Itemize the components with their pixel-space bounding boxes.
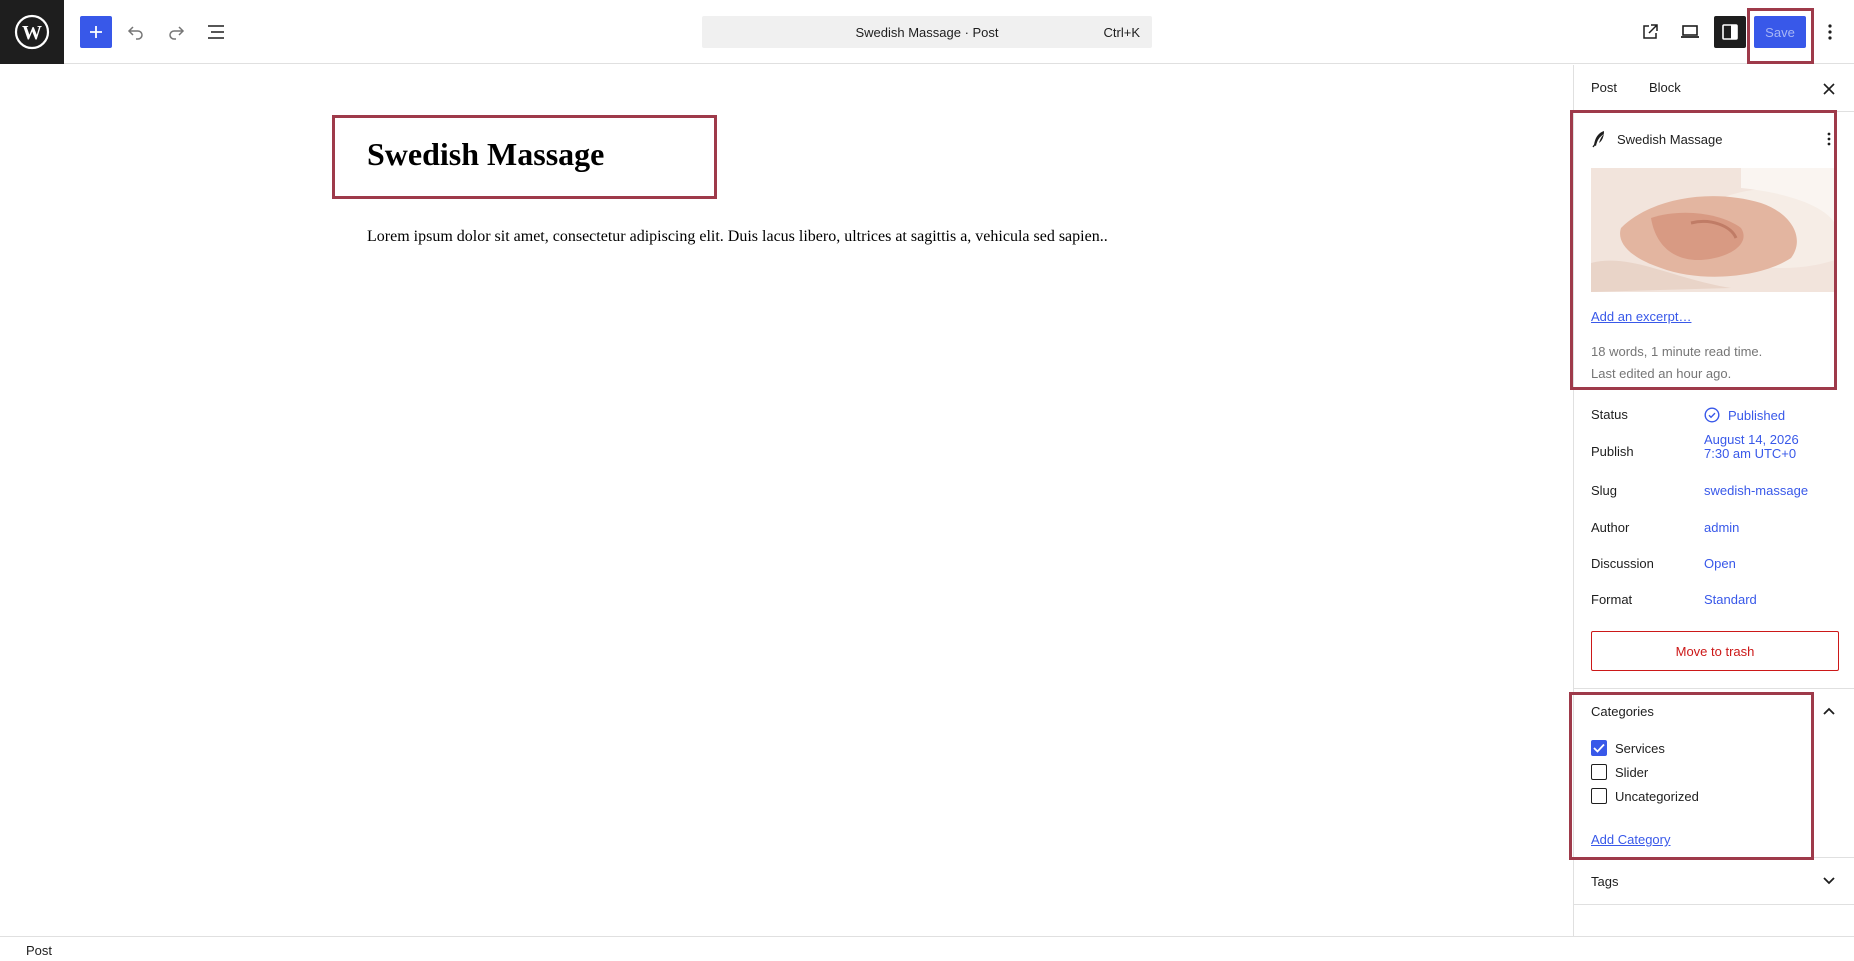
category-item-uncategorized[interactable]: Uncategorized bbox=[1591, 788, 1699, 804]
options-menu-button[interactable] bbox=[1814, 16, 1846, 48]
discussion-value-button[interactable]: Open bbox=[1704, 556, 1736, 571]
chevron-up-icon bbox=[1823, 707, 1835, 715]
last-edited-text: Last edited an hour ago. bbox=[1591, 366, 1732, 381]
editor-canvas: Swedish Massage Lorem ipsum dolor sit am… bbox=[0, 65, 1573, 936]
panel-divider bbox=[1574, 904, 1854, 905]
tags-expand-button[interactable] bbox=[1819, 871, 1839, 891]
sidebar-tabs: Post Block bbox=[1574, 65, 1854, 112]
desktop-icon bbox=[1681, 25, 1699, 38]
published-check-icon bbox=[1704, 407, 1720, 423]
categories-panel-title[interactable]: Categories bbox=[1591, 704, 1654, 719]
publish-date-button[interactable]: August 14, 2026 bbox=[1704, 432, 1799, 447]
editor-footer: Post bbox=[0, 936, 1854, 961]
word-count-text: 18 words, 1 minute read time. bbox=[1591, 344, 1763, 359]
categories-collapse-button[interactable] bbox=[1819, 701, 1839, 721]
close-icon bbox=[1823, 83, 1835, 95]
category-item-services[interactable]: Services bbox=[1591, 740, 1665, 756]
format-label: Format bbox=[1591, 592, 1633, 607]
undo-button[interactable] bbox=[120, 16, 152, 48]
add-excerpt-link[interactable]: Add an excerpt… bbox=[1591, 309, 1691, 324]
editor-header: W Swedish Massage · Post Ctrl+K Save bbox=[0, 0, 1854, 64]
post-summary-title: Swedish Massage bbox=[1617, 131, 1723, 147]
move-to-trash-button[interactable]: Move to trash bbox=[1591, 631, 1839, 671]
category-checkbox[interactable] bbox=[1591, 788, 1607, 804]
author-value-button[interactable]: admin bbox=[1704, 520, 1739, 535]
paragraph-block[interactable]: Lorem ipsum dolor sit amet, consectetur … bbox=[367, 228, 1108, 246]
publish-label: Publish bbox=[1591, 444, 1634, 459]
category-item-slider[interactable]: Slider bbox=[1591, 764, 1648, 780]
vertical-ellipsis-icon bbox=[1827, 132, 1831, 146]
publish-time-button[interactable]: 7:30 am UTC+0 bbox=[1704, 446, 1796, 461]
list-view-icon bbox=[208, 25, 224, 39]
wordpress-logo-button[interactable]: W bbox=[0, 0, 64, 64]
external-link-icon bbox=[1643, 24, 1658, 39]
author-label: Author bbox=[1591, 520, 1630, 535]
post-summary-header: Swedish Massage bbox=[1591, 127, 1723, 151]
save-button[interactable]: Save bbox=[1754, 16, 1806, 48]
vertical-ellipsis-icon bbox=[1828, 24, 1832, 40]
checkmark-icon bbox=[1593, 743, 1605, 753]
post-title-field[interactable]: Swedish Massage bbox=[367, 136, 604, 173]
post-actions-menu-button[interactable] bbox=[1821, 129, 1837, 149]
preview-button[interactable] bbox=[1674, 16, 1706, 48]
panel-divider bbox=[1574, 688, 1854, 689]
sidebar-panel-icon bbox=[1722, 24, 1738, 40]
add-category-link[interactable]: Add Category bbox=[1591, 832, 1671, 847]
chevron-down-icon bbox=[1823, 877, 1835, 885]
massage-hands-image bbox=[1591, 168, 1837, 292]
breadcrumb[interactable]: Post bbox=[26, 943, 52, 958]
document-overview-button[interactable] bbox=[200, 16, 232, 48]
document-title: Swedish Massage · Post bbox=[855, 24, 999, 40]
keyboard-shortcut-hint: Ctrl+K bbox=[1103, 25, 1140, 40]
command-palette-bar[interactable]: Swedish Massage · Post Ctrl+K bbox=[702, 16, 1152, 48]
tab-post[interactable]: Post bbox=[1591, 80, 1617, 95]
redo-button[interactable] bbox=[160, 16, 192, 48]
category-checkbox[interactable] bbox=[1591, 740, 1607, 756]
plus-icon bbox=[90, 26, 102, 38]
post-type-feather-icon bbox=[1592, 131, 1604, 148]
undo-icon bbox=[127, 26, 143, 40]
category-label: Services bbox=[1615, 740, 1665, 756]
view-post-button[interactable] bbox=[1634, 16, 1666, 48]
slug-label: Slug bbox=[1591, 483, 1618, 498]
featured-image[interactable] bbox=[1591, 168, 1837, 292]
panel-divider bbox=[1574, 857, 1854, 858]
wordpress-logo-icon: W bbox=[14, 14, 50, 50]
discussion-label: Discussion bbox=[1591, 556, 1654, 571]
slug-value-button[interactable]: swedish-massage bbox=[1704, 483, 1808, 498]
settings-toggle-button[interactable] bbox=[1714, 16, 1746, 48]
format-value-button[interactable]: Standard bbox=[1704, 592, 1757, 607]
category-label: Uncategorized bbox=[1615, 788, 1699, 804]
category-checkbox[interactable] bbox=[1591, 764, 1607, 780]
status-value-button[interactable]: Published bbox=[1728, 408, 1785, 423]
redo-icon bbox=[169, 26, 185, 40]
category-label: Slider bbox=[1615, 764, 1649, 780]
tab-block[interactable]: Block bbox=[1649, 80, 1681, 95]
svg-text:W: W bbox=[22, 22, 42, 44]
close-sidebar-button[interactable] bbox=[1817, 77, 1841, 101]
status-label: Status bbox=[1591, 407, 1628, 422]
tags-panel-title[interactable]: Tags bbox=[1591, 874, 1618, 889]
add-block-button[interactable] bbox=[80, 16, 112, 48]
settings-sidebar: Post Block Swedish Massage Add an excerp… bbox=[1573, 65, 1854, 936]
